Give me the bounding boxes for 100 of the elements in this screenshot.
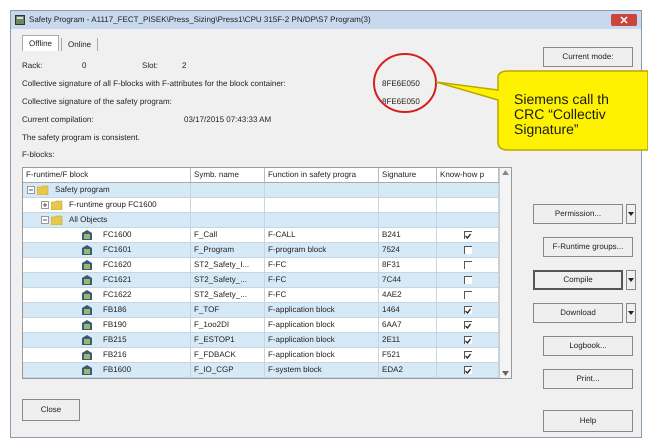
table-cell: F-application block: [268, 319, 335, 331]
tree-item[interactable]: FB186: [103, 304, 127, 316]
info-value: 8FE6E050: [382, 96, 420, 108]
collapse-icon[interactable]: [41, 216, 49, 224]
block-icon: [81, 319, 93, 331]
table-cell: F-FC: [268, 274, 286, 286]
table-cell: EDA2: [382, 364, 403, 376]
table-cell: 4AE2: [382, 289, 402, 301]
table-cell: ST2_Safety_I...: [194, 259, 250, 271]
window-title: Safety Program - A1117_FECT_PISEK\Press_Sizing\Press1\CPU 315F-2 PN/DP\S7 Program(3): [29, 14, 371, 26]
table-cell: F-application block: [268, 349, 335, 361]
column-header[interactable]: Signature: [379, 168, 437, 182]
window-icon: [15, 15, 25, 25]
table-cell: F-system block: [268, 364, 322, 376]
table-cell: F521: [382, 349, 400, 361]
tree-item[interactable]: FC1620: [103, 259, 132, 271]
caret-icon: [628, 212, 634, 216]
tree-item[interactable]: FB216: [103, 349, 127, 361]
checkbox[interactable]: [464, 336, 472, 344]
caret-icon: [628, 278, 634, 282]
tree-item[interactable]: FC1621: [103, 274, 132, 286]
status-text: The safety program is consistent.: [22, 132, 140, 144]
checkbox[interactable]: [464, 261, 472, 269]
block-icon: [81, 274, 93, 286]
help-button[interactable]: Help: [543, 410, 633, 432]
info-value: 8FE6E050: [382, 78, 420, 90]
checkbox[interactable]: [464, 306, 472, 314]
block-icon: [81, 334, 93, 346]
table-cell: F-application block: [268, 304, 335, 316]
close-icon[interactable]: [611, 14, 637, 26]
callout-text: CRC “Collectiv: [514, 107, 606, 122]
table-cell: F-FC: [268, 259, 286, 271]
checkbox[interactable]: [464, 276, 472, 284]
side-button[interactable]: Compile: [533, 270, 623, 290]
tree-item[interactable]: FC1622: [103, 289, 132, 301]
collapse-icon[interactable]: [27, 186, 35, 194]
tree-item[interactable]: FB190: [103, 319, 127, 331]
table-cell: F_ESTOP1: [194, 334, 235, 346]
scrollbar[interactable]: [499, 168, 511, 378]
tree-item[interactable]: FC1601: [103, 244, 132, 256]
tree-item[interactable]: FC1600: [103, 229, 132, 241]
checkbox[interactable]: [464, 246, 472, 254]
dropdown-button[interactable]: [626, 270, 636, 290]
info-label: Collective signature of all F-blocks with F-attributes for the block container:: [22, 78, 287, 90]
checkbox[interactable]: [464, 351, 472, 359]
scroll-up-icon[interactable]: [502, 170, 509, 175]
side-button[interactable]: F-Runtime groups...: [543, 237, 633, 257]
tree-item[interactable]: F-runtime group FC1600: [69, 199, 157, 211]
checkbox[interactable]: [464, 291, 472, 299]
block-icon: [81, 259, 93, 271]
table-cell: B241: [382, 229, 401, 241]
info-label: Collective signature of the safety program:: [22, 96, 173, 108]
folder-icon: [37, 185, 49, 195]
info-label: Current compilation:: [22, 114, 95, 126]
tree-item[interactable]: FB1600: [103, 364, 132, 376]
table-cell: F-application block: [268, 334, 335, 346]
scroll-down-icon[interactable]: [502, 371, 509, 376]
table-cell: 7524: [382, 244, 400, 256]
table-cell: F_Call: [194, 229, 218, 241]
table-cell: 7C44: [382, 274, 402, 286]
side-button[interactable]: Download: [533, 303, 623, 323]
close-button[interactable]: Close: [22, 399, 80, 421]
table-cell: ST2_Safety_...: [194, 289, 247, 301]
tab[interactable]: Online: [60, 38, 98, 51]
dropdown-button[interactable]: [626, 204, 636, 224]
slot-value: 2: [182, 60, 186, 72]
tree-item[interactable]: FB215: [103, 334, 127, 346]
folder-icon: [51, 215, 63, 225]
table-cell: F-FC: [268, 289, 286, 301]
expand-icon[interactable]: [41, 201, 49, 209]
table-cell: 6AA7: [382, 319, 402, 331]
rack-value: 0: [82, 60, 88, 72]
side-button[interactable]: Permission...: [533, 204, 623, 224]
side-button[interactable]: Current mode:: [543, 47, 633, 67]
side-button[interactable]: Print...: [543, 369, 633, 389]
side-button[interactable]: Logbook...: [543, 336, 633, 356]
table-cell: F-CALL: [268, 229, 296, 241]
tab[interactable]: Offline: [22, 35, 59, 51]
column-header[interactable]: Function in safety progra: [265, 168, 379, 182]
table-cell: F-program block: [268, 244, 326, 256]
checkbox[interactable]: [464, 321, 472, 329]
tree-item[interactable]: Safety program: [55, 184, 110, 196]
table-cell: F_1oo2DI: [194, 319, 230, 331]
checkbox[interactable]: [464, 366, 472, 374]
folder-icon: [51, 200, 63, 210]
tree-item[interactable]: All Objects: [69, 214, 108, 226]
table-cell: F_IO_CGP: [194, 364, 234, 376]
table-cell: 2E11: [382, 334, 400, 346]
block-icon: [81, 364, 93, 376]
checkbox[interactable]: [464, 231, 472, 239]
column-header[interactable]: Symb. name: [191, 168, 265, 182]
slot-label: Slot:: [142, 60, 160, 72]
block-icon: [81, 304, 93, 316]
fblocks-label: F-blocks:: [22, 149, 54, 161]
table-cell: F_TOF: [194, 304, 220, 316]
rack-label: Rack:: [22, 60, 44, 72]
table-cell: 1464: [382, 304, 400, 316]
dropdown-button[interactable]: [626, 303, 636, 323]
column-header[interactable]: F-runtime/F block: [23, 168, 191, 182]
table-cell: F_Program: [194, 244, 234, 256]
